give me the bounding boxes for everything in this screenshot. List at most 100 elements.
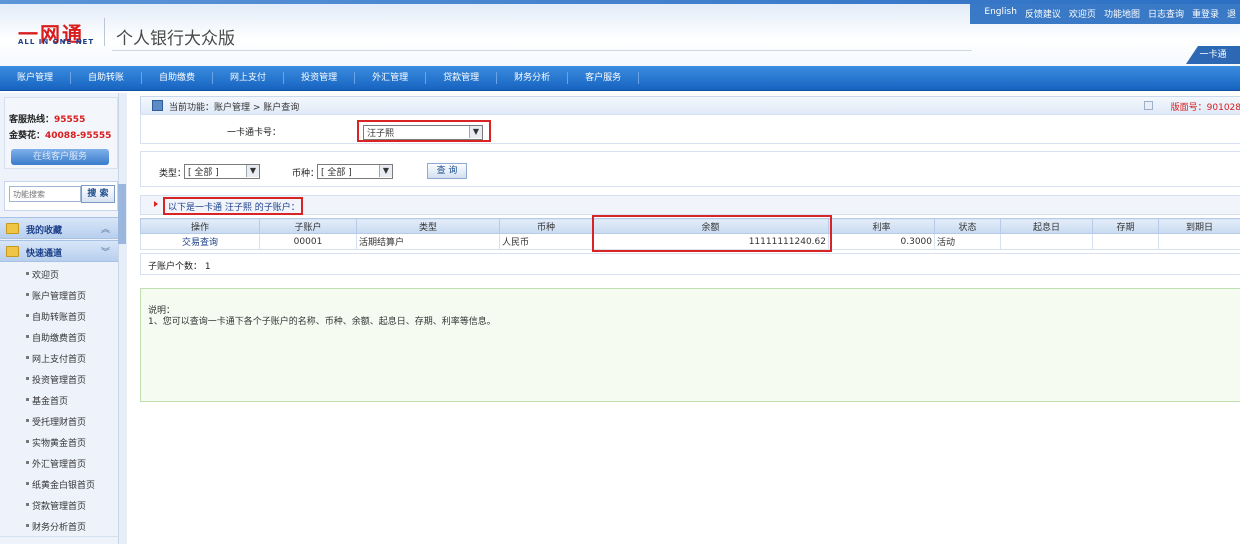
col-rate: 利率 bbox=[828, 218, 935, 234]
menu-item-forex[interactable]: 外汇管理首页 bbox=[0, 452, 118, 474]
info-highlight-box: 以下是一卡通 汪子熙 的子账户： bbox=[163, 197, 303, 215]
top-link-function-map[interactable]: 功能地图 bbox=[1100, 6, 1144, 20]
cell-sub-account: 00001 bbox=[259, 233, 357, 250]
menu-item-label: 贷款管理首页 bbox=[32, 502, 87, 512]
col-sub-account: 子账户 bbox=[259, 218, 357, 234]
sidebar: 客服热线：95555 金葵花：40088-95555 在线客户服务 搜 索 我的… bbox=[0, 93, 122, 544]
jinkuihua-line: 金葵花：40088-95555 bbox=[9, 128, 111, 141]
cell-start-date bbox=[1000, 233, 1093, 250]
menu-item-label: 实物黄金首页 bbox=[32, 439, 87, 449]
menu-item-trust[interactable]: 受托理财首页 bbox=[0, 410, 118, 432]
chevron-up-icon: ︽ bbox=[100, 225, 110, 235]
col-start-date: 起息日 bbox=[1000, 218, 1093, 234]
nav-financial-analysis[interactable]: 财务分析 bbox=[497, 72, 569, 84]
nav-forex[interactable]: 外汇管理 bbox=[355, 72, 427, 84]
top-link-feedback[interactable]: 反馈建议 bbox=[1021, 6, 1065, 20]
menu-item-loan[interactable]: 贷款管理首页 bbox=[0, 494, 118, 516]
sub-account-count-row: 子账户个数： 1 bbox=[140, 253, 1240, 275]
menu-item-label: 账户管理首页 bbox=[32, 292, 87, 302]
nav-self-payment[interactable]: 自助缴费 bbox=[142, 72, 214, 84]
nav-investment[interactable]: 投资管理 bbox=[284, 72, 356, 84]
currency-select[interactable]: [ 全部 ] ▼ bbox=[317, 164, 393, 179]
type-value: [ 全部 ] bbox=[188, 168, 219, 178]
page-icon bbox=[152, 100, 163, 111]
nav-self-transfer[interactable]: 自助转账 bbox=[71, 72, 143, 84]
top-link-english[interactable]: English bbox=[980, 6, 1021, 20]
bullet-icon bbox=[26, 461, 29, 464]
nav-online-payment[interactable]: 网上支付 bbox=[213, 72, 285, 84]
menu-item-account[interactable]: 账户管理首页 bbox=[0, 284, 118, 306]
chevron-down-icon: ︾ bbox=[100, 248, 110, 258]
bullet-icon bbox=[26, 272, 29, 275]
main-content: 当前功能：账户管理 > 账户查询 版面号：901028 一卡通卡号： 汪子熙 ▼… bbox=[140, 93, 1240, 544]
bullet-icon bbox=[26, 335, 29, 338]
hotline-label: 客服热线： bbox=[9, 115, 55, 125]
transaction-query-link[interactable]: 交易查询 bbox=[140, 233, 260, 250]
card-highlight-box: 汪子熙 ▼ bbox=[357, 120, 491, 142]
logo-divider bbox=[104, 18, 105, 46]
nav-customer-service[interactable]: 客户服务 bbox=[568, 72, 640, 84]
chevron-down-icon: ▼ bbox=[379, 165, 392, 177]
menu-item-finance[interactable]: 财务分析首页 bbox=[0, 515, 118, 537]
card-select-row: 一卡通卡号： 汪子熙 ▼ bbox=[140, 114, 1240, 144]
hotline-box: 客服热线：95555 金葵花：40088-95555 在线客户服务 bbox=[4, 97, 118, 169]
card-number-label: 一卡通卡号： bbox=[227, 128, 282, 138]
menu-item-gold[interactable]: 实物黄金首页 bbox=[0, 431, 118, 453]
sidebar-scrollbar[interactable] bbox=[118, 93, 127, 544]
top-link-exit[interactable]: 退 bbox=[1223, 6, 1240, 20]
sub-account-info: 以下是一卡通 汪子熙 的子账户： bbox=[140, 195, 1240, 215]
favorites-header[interactable]: 我的收藏 ︽ bbox=[0, 217, 118, 239]
notes-line: 1、您可以查询一卡通下各个子账户的名称、币种、余额、起息日、存期、利率等信息。 bbox=[148, 317, 496, 327]
col-type: 类型 bbox=[356, 218, 500, 234]
col-term: 存期 bbox=[1092, 218, 1159, 234]
menu-item-label: 基金首页 bbox=[32, 397, 69, 407]
query-button[interactable]: 查 询 bbox=[427, 163, 467, 179]
function-search-input[interactable] bbox=[9, 186, 81, 202]
sidebar-collapse-handle[interactable] bbox=[118, 184, 126, 244]
menu-item-investment[interactable]: 投资管理首页 bbox=[0, 368, 118, 390]
menu-item-label: 纸黄金白银首页 bbox=[32, 481, 96, 491]
app-title: 个人银行大众版 bbox=[116, 29, 235, 49]
header-divider bbox=[112, 50, 972, 51]
menu-item-label: 外汇管理首页 bbox=[32, 460, 87, 470]
menu-item-paper-gold[interactable]: 纸黄金白银首页 bbox=[0, 473, 118, 495]
cell-term bbox=[1092, 233, 1159, 250]
bullet-icon bbox=[26, 314, 29, 317]
col-currency: 币种 bbox=[499, 218, 593, 234]
function-search: 搜 索 bbox=[4, 181, 118, 211]
currency-value: [ 全部 ] bbox=[321, 168, 352, 178]
breadcrumb: 当前功能：账户管理 > 账户查询 bbox=[169, 103, 300, 113]
menu-item-welcome[interactable]: 欢迎页 bbox=[0, 263, 118, 285]
online-service-button[interactable]: 在线客户服务 bbox=[11, 149, 109, 165]
cell-rate: 0.3000 bbox=[828, 233, 935, 250]
type-select[interactable]: [ 全部 ] ▼ bbox=[184, 164, 260, 179]
top-links: English 反馈建议 欢迎页 功能地图 日志查询 重登录 退 bbox=[980, 6, 1240, 20]
menu-item-fund[interactable]: 基金首页 bbox=[0, 389, 118, 411]
menu-item-payment[interactable]: 自助缴费首页 bbox=[0, 326, 118, 348]
top-link-welcome[interactable]: 欢迎页 bbox=[1065, 6, 1100, 20]
menu-item-label: 受托理财首页 bbox=[32, 418, 87, 428]
card-tab[interactable]: 一卡通 bbox=[1186, 46, 1240, 64]
logo-subtext: ALL IN ONE NET bbox=[18, 38, 95, 46]
currency-label: 币种： bbox=[292, 169, 320, 179]
notes-box: 说明： 1、您可以查询一卡通下各个子账户的名称、币种、余额、起息日、存期、利率等… bbox=[140, 288, 1240, 402]
header: English 反馈建议 欢迎页 功能地图 日志查询 重登录 退 一网通 ALL… bbox=[0, 0, 1240, 66]
top-link-relogin[interactable]: 重登录 bbox=[1188, 6, 1223, 20]
bullet-icon bbox=[26, 293, 29, 296]
main-nav: 账户管理 自助转账 自助缴费 网上支付 投资管理 外汇管理 贷款管理 财务分析 … bbox=[0, 66, 1240, 91]
bullet-icon bbox=[26, 503, 29, 506]
nav-loan[interactable]: 贷款管理 bbox=[426, 72, 498, 84]
filter-row: 类型： [ 全部 ] ▼ 币种： [ 全部 ] ▼ 查 询 bbox=[140, 151, 1240, 187]
col-due-date: 到期日 bbox=[1158, 218, 1240, 234]
menu-item-label: 自助转账首页 bbox=[32, 313, 87, 323]
menu-item-transfer[interactable]: 自助转账首页 bbox=[0, 305, 118, 327]
jinkuihua-value: 40088-95555 bbox=[45, 131, 112, 141]
top-link-log-query[interactable]: 日志查询 bbox=[1144, 6, 1188, 20]
bullet-icon bbox=[26, 356, 29, 359]
quick-channel-header[interactable]: 快速通道 ︾ bbox=[0, 240, 118, 262]
menu-item-label: 投资管理首页 bbox=[32, 376, 87, 386]
nav-account-management[interactable]: 账户管理 bbox=[0, 72, 72, 84]
menu-item-online-pay[interactable]: 网上支付首页 bbox=[0, 347, 118, 369]
search-button[interactable]: 搜 索 bbox=[81, 185, 115, 203]
card-number-select[interactable]: 汪子熙 ▼ bbox=[363, 125, 483, 140]
